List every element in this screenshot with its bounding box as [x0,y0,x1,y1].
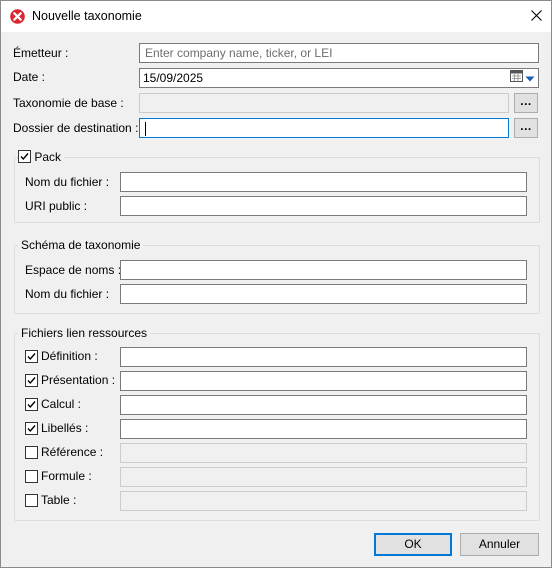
ok-button[interactable]: OK [374,533,452,556]
definition-label: Définition : [41,349,98,363]
pack-label: Pack [34,150,62,164]
labels-input[interactable] [120,419,527,439]
issuer-placeholder: Enter company name, ticker, or LEI [145,46,333,60]
linkbase-group-title: Fichiers lien ressources [18,326,151,340]
app-logo-icon [10,9,25,24]
pack-public-uri-label: URI public : [25,199,88,213]
reference-checkbox[interactable] [25,446,38,459]
issuer-input[interactable]: Enter company name, ticker, or LEI [139,43,539,63]
date-label: Date : [13,70,46,84]
formula-label: Formule : [41,469,92,483]
formula-input [120,467,527,487]
reference-input [120,443,527,463]
presentation-checkbox[interactable] [25,374,38,387]
table-checkbox[interactable] [25,494,38,507]
base-taxonomy-label: Taxonomie de base : [13,96,124,110]
pack-group-header: Pack [18,150,65,164]
destination-folder-browse-button[interactable]: ... [514,118,538,138]
calculation-input[interactable] [120,395,527,415]
presentation-label: Présentation : [41,373,116,387]
presentation-input[interactable] [120,371,527,391]
table-input [120,491,527,511]
labels-checkbox[interactable] [25,422,38,435]
destination-folder-label: Dossier de destination : [13,121,139,135]
pack-checkbox[interactable] [18,150,31,163]
schema-file-name-label: Nom du fichier : [25,287,110,301]
title-bar: Nouvelle taxonomie [1,1,551,32]
checkmark-icon [27,425,36,433]
calendar-icon[interactable] [510,69,523,87]
definition-checkbox[interactable] [25,350,38,363]
chevron-down-icon[interactable] [525,69,535,87]
window-title: Nouvelle taxonomie [32,9,142,23]
checkmark-icon [27,353,36,361]
date-value: 15/09/2025 [143,71,204,85]
pack-public-uri-input[interactable] [120,196,527,216]
text-caret [145,121,146,136]
checkmark-icon [20,153,29,161]
schema-file-name-input[interactable] [120,284,527,304]
labels-label: Libellés : [41,421,89,435]
formula-checkbox[interactable] [25,470,38,483]
destination-folder-input[interactable] [139,118,509,138]
definition-input[interactable] [120,347,527,367]
dialog-window: Nouvelle taxonomie Émetteur : Enter comp… [0,0,552,568]
close-icon [530,10,542,24]
schema-namespace-input[interactable] [120,260,527,280]
base-taxonomy-input [139,93,509,113]
date-picker[interactable]: 15/09/2025 [139,68,539,88]
issuer-label: Émetteur : [13,46,69,60]
calculation-checkbox[interactable] [25,398,38,411]
reference-label: Référence : [41,445,104,459]
cancel-button[interactable]: Annuler [460,533,539,556]
schema-group-title: Schéma de taxonomie [18,238,144,252]
checkmark-icon [27,401,36,409]
calculation-label: Calcul : [41,397,82,411]
checkmark-icon [27,377,36,385]
table-label: Table : [41,493,77,507]
schema-namespace-label: Espace de noms : [25,263,122,277]
close-button[interactable] [523,5,549,29]
pack-file-name-input[interactable] [120,172,527,192]
pack-file-name-label: Nom du fichier : [25,175,110,189]
base-taxonomy-browse-button[interactable]: ... [514,93,538,113]
